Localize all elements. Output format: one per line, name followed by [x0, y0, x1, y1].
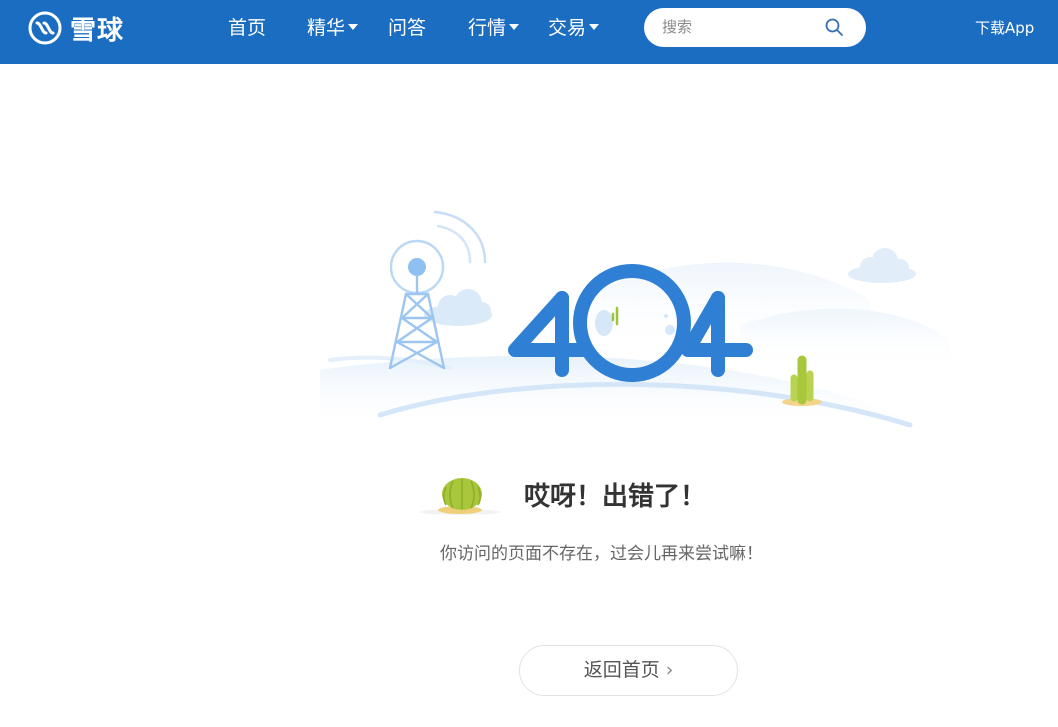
decor-dot	[595, 310, 613, 336]
nav-featured[interactable]: 精华	[307, 14, 359, 42]
radio-tower	[388, 239, 446, 370]
back-home-label: 返回首页	[583, 659, 660, 681]
nav-market[interactable]: 行情	[468, 14, 520, 42]
logo-text: 雪球	[70, 15, 125, 46]
decor-dot	[664, 314, 668, 318]
signal-arc	[436, 224, 472, 264]
site-logo[interactable]: 雪球	[28, 11, 125, 46]
cactus-ball-icon	[420, 478, 500, 515]
search-box	[644, 8, 866, 47]
search-input[interactable]	[662, 17, 822, 37]
caret-down-icon	[589, 23, 600, 30]
top-navigation-bar: 雪球 首页 精华 问答 行情 交易 下载App	[0, 0, 1058, 64]
nav-qa-label: 问答	[388, 17, 427, 39]
cloud-right	[848, 248, 916, 283]
nav-home-label: 首页	[228, 17, 267, 39]
caret-down-icon	[509, 23, 520, 30]
download-app-link[interactable]: 下载App	[975, 17, 1034, 39]
nav-trade-label: 交易	[548, 17, 587, 39]
caret-down-icon	[348, 23, 359, 30]
nav-home[interactable]: 首页	[228, 14, 266, 42]
nav-market-label: 行情	[468, 17, 507, 39]
search-icon[interactable]	[824, 17, 844, 37]
decor-dot	[665, 325, 675, 335]
error-title: 哎呀！出错了！	[524, 482, 707, 512]
xueqiu-logo-icon	[28, 11, 62, 45]
chevron-right-icon: ›	[665, 659, 674, 681]
nav-featured-label: 精华	[307, 17, 346, 39]
background-hill	[740, 308, 950, 370]
back-home-button[interactable]: 返回首页 ›	[519, 645, 738, 696]
error-message: 你访问的页面不存在，过会儿再来尝试嘛！	[440, 544, 763, 564]
error-404-illustration: 404	[320, 210, 950, 436]
nav-qa[interactable]: 问答	[388, 14, 426, 42]
error-code-text: 404	[631, 434, 633, 436]
nav-trade[interactable]: 交易	[548, 14, 600, 42]
